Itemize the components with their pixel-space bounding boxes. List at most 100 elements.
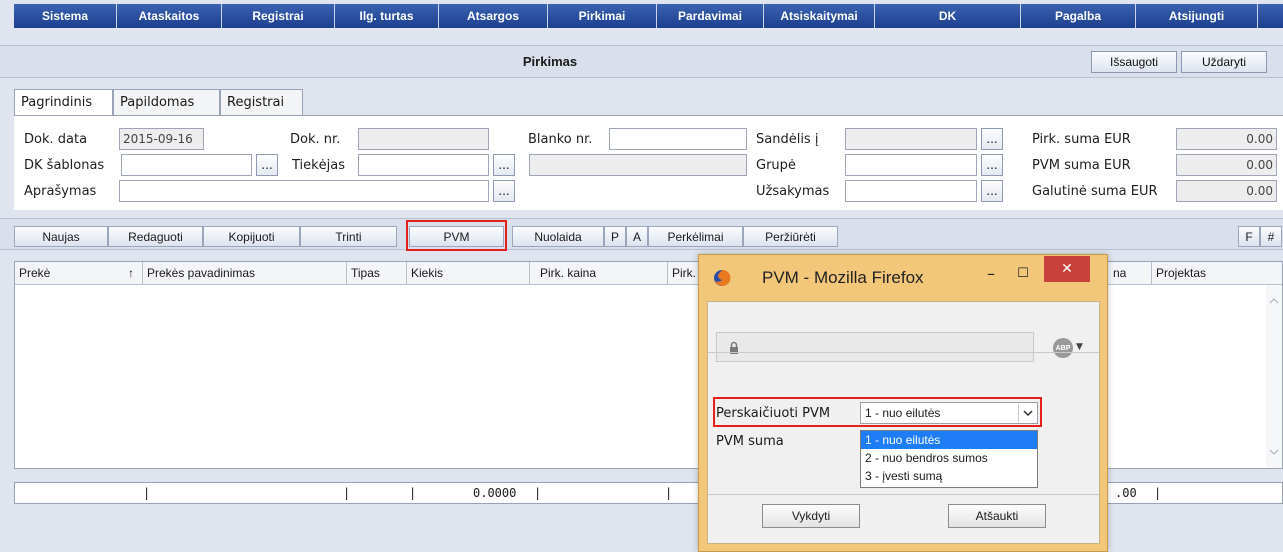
edit-button[interactable]: Redaguoti [108,226,203,247]
scrollbar-arrows-icon [1269,298,1279,455]
adblock-dropdown-icon[interactable]: ▼ [1076,342,1083,352]
copy-button[interactable]: Kopijuoti [203,226,300,247]
menu-dk[interactable]: DK [875,4,1021,28]
grupe-label: Grupė [756,158,796,173]
uzsakymas-picker-button[interactable]: ... [981,180,1003,202]
dk-sablonas-picker-button[interactable]: ... [256,154,278,176]
menu-registrai[interactable]: Registrai [222,4,335,28]
f-button[interactable]: F [1238,226,1260,247]
dok-nr-label: Dok. nr. [290,132,341,147]
pvm-button-highlight [406,220,507,251]
grupe-field[interactable] [845,154,977,176]
uzsakymas-label: Užsakymas [756,184,830,199]
dk-sablonas-field[interactable] [121,154,252,176]
totals-separator: | [534,486,542,500]
totals-separator: | [665,486,673,500]
menu-atsargos[interactable]: Atsargos [439,4,548,28]
aprasymas-field[interactable] [119,180,489,202]
hash-button[interactable]: # [1260,226,1282,247]
adblock-icon[interactable]: ABP [1053,338,1073,358]
galutine-suma-label: Galutinė suma EUR [1032,184,1158,199]
menu-sistema[interactable]: Sistema [14,4,117,28]
menu-ilg-turtas[interactable]: Ilg. turtas [335,4,439,28]
dok-nr-field[interactable] [358,128,489,150]
pvm-dialog-window: PVM - Mozilla Firefox – ☐ ✕ ABP ▼ Perska… [698,254,1108,552]
dialog-body: ABP ▼ Perskaičiuoti PVM 1 - nuo eilutės … [707,301,1100,544]
col-pirk-kaina[interactable]: Pirk. kaina [530,262,668,285]
execute-button[interactable]: Vykdyti [762,504,860,528]
form-area: Dok. data 2015-09-16 Dok. nr. Blanko nr.… [14,115,1283,210]
save-button[interactable]: Išsaugoti [1091,51,1177,73]
totals-separator: | [1154,486,1162,500]
minimize-icon[interactable]: – [981,263,1001,285]
totals-kiekis: 0.0000 [473,486,517,500]
dok-data-field[interactable]: 2015-09-16 [119,128,204,150]
perskaiciuoti-options-list[interactable]: 1 - nuo eilutės 2 - nuo bendros sumos 3 … [860,430,1038,488]
delete-button[interactable]: Trinti [300,226,397,247]
close-button[interactable]: Uždaryti [1181,51,1267,73]
pvm-suma-label: PVM suma EUR [1032,158,1131,173]
discount-button[interactable]: Nuolaida [512,226,604,247]
col-kiekis[interactable]: Kiekis [407,262,530,285]
preview-button[interactable]: Peržiūrėti [743,226,838,247]
galutine-suma-field: 0.00 [1176,180,1277,202]
tab-pagrindinis[interactable]: Pagrindinis [14,89,113,115]
uzsakymas-field[interactable] [845,180,977,202]
dialog-titlebar[interactable]: PVM - Mozilla Firefox – ☐ ✕ [699,255,1107,301]
new-button[interactable]: Naujas [14,226,108,247]
tiekejas-name-field [529,154,747,176]
totals-suma: .00 [1115,486,1137,500]
title-bar: Pirkimas Išsaugoti Uždaryti [0,45,1283,78]
pirk-suma-field: 0.00 [1176,128,1277,150]
totals-separator: | [343,486,351,500]
dialog-title: PVM - Mozilla Firefox [762,268,924,287]
sandelis-field[interactable] [845,128,977,150]
page-title: Pirkimas [522,54,578,69]
menu-pagalba[interactable]: Pagalba [1021,4,1136,28]
tiekejas-picker-button[interactable]: ... [493,154,515,176]
menu-atsijungti[interactable]: Atsijungti [1136,4,1258,28]
pvm-suma-label: PVM suma [716,434,784,449]
close-icon[interactable]: ✕ [1044,256,1090,282]
blanko-nr-label: Blanko nr. [528,132,593,147]
menu-pardavimai[interactable]: Pardavimai [657,4,764,28]
transfers-button[interactable]: Perkėlimai [648,226,743,247]
col-preke[interactable]: Prekė [15,262,126,285]
tab-registrai[interactable]: Registrai [220,89,303,115]
sort-up-icon[interactable]: ↑ [126,262,143,285]
a-button[interactable]: A [626,226,648,247]
pvm-suma-field: 0.00 [1176,154,1277,176]
sandelis-picker-button[interactable]: ... [981,128,1003,150]
col-suma[interactable]: na [1109,262,1152,285]
menu-pirkimai[interactable]: Pirkimai [548,4,657,28]
perskaiciuoti-highlight [713,397,1042,427]
totals-separator: | [409,486,417,500]
cancel-button[interactable]: Atšaukti [948,504,1046,528]
grid-scrollbar[interactable] [1266,285,1282,468]
option-ivesti-suma[interactable]: 3 - įvesti sumą [861,467,1037,485]
dialog-divider [708,352,1099,353]
grupe-picker-button[interactable]: ... [981,154,1003,176]
menu-bar: Sistema Ataskaitos Registrai Ilg. turtas… [0,0,1283,34]
totals-separator: | [143,486,151,500]
tab-papildomas[interactable]: Papildomas [113,89,220,115]
dk-sablonas-label: DK šablonas [24,158,105,173]
p-button[interactable]: P [604,226,626,247]
grid-toolbar: Naujas Redaguoti Kopijuoti Trinti PVM Nu… [0,218,1283,250]
url-bar[interactable] [716,332,1034,362]
maximize-icon[interactable]: ☐ [1013,263,1033,285]
menu-atsiskaitymai[interactable]: Atsiskaitymai [764,4,875,28]
menu-ataskaitos[interactable]: Ataskaitos [117,4,222,28]
tiekejas-field[interactable] [358,154,489,176]
col-projektas[interactable]: Projektas [1152,262,1282,285]
option-nuo-bendros-sumos[interactable]: 2 - nuo bendros sumos [861,449,1037,467]
pirk-suma-label: Pirk. suma EUR [1032,132,1131,147]
tiekejas-label: Tiekėjas [292,158,346,173]
blanko-nr-field[interactable] [609,128,747,150]
col-prekes-pavadinimas[interactable]: Prekės pavadinimas [143,262,347,285]
firefox-icon [714,269,731,286]
option-nuo-eilutes[interactable]: 1 - nuo eilutės [861,431,1037,449]
dialog-divider [708,494,1099,495]
aprasymas-picker-button[interactable]: ... [493,180,515,202]
col-tipas[interactable]: Tipas [347,262,407,285]
